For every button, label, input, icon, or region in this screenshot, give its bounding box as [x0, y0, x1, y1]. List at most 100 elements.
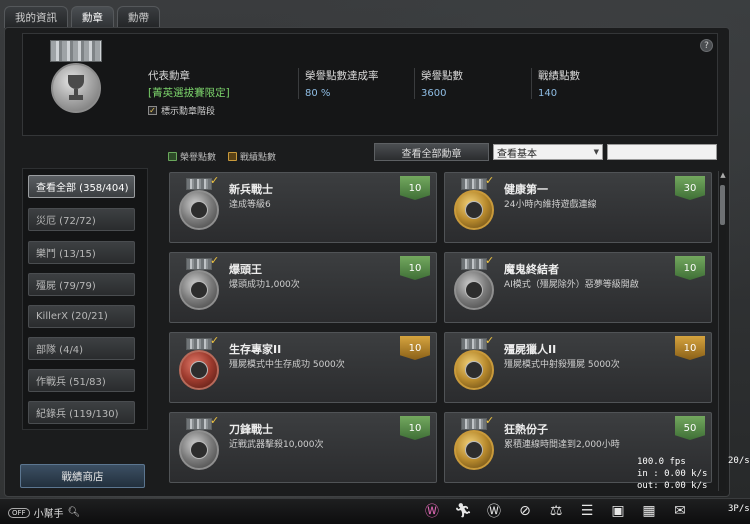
medal-card[interactable]: ✓ 爆頭王 爆頭成功1,000次 10	[169, 252, 437, 323]
network-stats: 100.0 fps in : 0.00 k/s out: 0.00 k/s	[637, 456, 707, 492]
trophy-icon	[64, 75, 88, 101]
category-item[interactable]: 作戰兵 (51/83)	[28, 369, 135, 392]
medal-desc: 殭屍模式中生存成功 5000次	[229, 360, 345, 370]
help-icon[interactable]: ?	[700, 39, 713, 52]
medal-card[interactable]: ✓ 魔鬼終結者 AI模式（殭屍除外）惡夢等級開啟 10	[444, 252, 712, 323]
stat-honor-rate: 榮譽點數達成率 80 %	[298, 68, 379, 99]
category-item[interactable]: 紀錄兵 (119/130)	[28, 401, 135, 424]
badge-icon[interactable]: ▣	[608, 501, 628, 521]
stat-label: 榮譽點數達成率	[305, 70, 379, 82]
helper-toggle[interactable]: OFF	[8, 507, 30, 518]
medal-desc: AI模式（殭屍除外）惡夢等級開啟	[504, 280, 639, 290]
running-icon[interactable]: 🏃︎	[453, 501, 473, 521]
achieved-check-icon: ✓	[485, 174, 495, 187]
chevron-down-icon: ▼	[593, 148, 599, 156]
medal-card[interactable]: ✓ 刀鋒戰士 近戰武器擊殺10,000次 10	[169, 412, 437, 483]
achieved-check-icon: ✓	[210, 174, 220, 187]
top-tabs: 我的資訊 勳章 勳帶	[4, 6, 160, 28]
stat-label: 榮譽點數	[421, 70, 463, 82]
view-filter-select[interactable]: 查看基本 ▼	[493, 144, 603, 160]
calendar-icon[interactable]: ▦	[639, 501, 659, 521]
tab-medals[interactable]: 勳章	[71, 6, 114, 28]
medal-desc: 達成等級6	[229, 200, 271, 210]
mail-icon[interactable]: ✉︎	[670, 501, 690, 521]
net-in-readout: in : 0.00 k/s	[637, 469, 708, 479]
category-item[interactable]: KillerX (20/21)	[28, 305, 135, 328]
fps-readout: 100.0 fps	[637, 457, 686, 467]
search-input[interactable]	[607, 144, 717, 160]
scroll-up-icon[interactable]: ▲	[719, 171, 727, 179]
medal-title: 生存專家II	[229, 343, 282, 356]
legend-record-label: 戰績點數	[240, 153, 277, 163]
medal-card[interactable]: ✓ 新兵戰士 達成等級6 10	[169, 172, 437, 243]
rate-readout-bottom: 3P/s	[728, 504, 750, 514]
representative-medal-icon	[50, 40, 102, 132]
record-points-icon	[228, 152, 238, 161]
show-stage-option[interactable]: ✓ 標示勳章階段	[148, 104, 230, 117]
rate-readout: 20/s	[728, 456, 750, 466]
points-legend: 榮譽點數 戰績點數	[168, 150, 276, 163]
medal-points-badge: 30	[675, 176, 705, 200]
legend-record: 戰績點數	[228, 150, 276, 163]
helper-label: 小幫手	[33, 509, 64, 520]
stat-value: 80 %	[305, 88, 331, 99]
w-icon[interactable]: Ⓦ	[484, 501, 504, 521]
medal-title: 殭屍獵人II	[504, 343, 557, 356]
medal-desc: 累積連線時間達到2,000小時	[504, 440, 620, 450]
medal-card[interactable]: ✓ 殭屍獵人II 殭屍模式中射殺殭屍 5000次 10	[444, 332, 712, 403]
category-list: 查看全部 (358/404) 災厄 (72/72) 樂鬥 (13/15) 殭屍 …	[22, 168, 148, 430]
achieved-check-icon: ✓	[210, 254, 220, 267]
stat-record-points: 戰績點數 140	[531, 68, 580, 99]
achieved-check-icon: ✓	[210, 414, 220, 427]
stat-honor-points: 榮譽點數 3600	[414, 68, 463, 99]
medal-disc	[51, 63, 101, 113]
stat-value: 3600	[421, 88, 447, 99]
medal-title: 魔鬼終結者	[504, 263, 559, 276]
category-item[interactable]: 部隊 (4/4)	[28, 337, 135, 360]
medal-card[interactable]: ✓ 生存專家II 殭屍模式中生存成功 5000次 10	[169, 332, 437, 403]
record-shop-button[interactable]: 戰績商店	[20, 464, 145, 488]
scale-icon[interactable]: ⚖︎	[546, 501, 566, 521]
medal-points-badge: 10	[675, 336, 705, 360]
scroll-thumb[interactable]	[720, 185, 725, 225]
medal-list-scrollbar[interactable]: ▲	[718, 171, 726, 491]
medal-desc: 殭屍模式中射殺殭屍 5000次	[504, 360, 620, 370]
medal-points-badge: 10	[400, 256, 430, 280]
medal-ribbon	[50, 40, 102, 62]
category-item[interactable]: 樂鬥 (13/15)	[28, 241, 135, 264]
medal-points-badge: 10	[400, 176, 430, 200]
menu-icon[interactable]: ☰	[577, 501, 597, 521]
achieved-check-icon: ✓	[210, 334, 220, 347]
medal-points-badge: 10	[675, 256, 705, 280]
rep-medal-label: 代表勳章	[148, 70, 190, 82]
helper-widget[interactable]: OFF 小幫手 🔍︎	[8, 505, 80, 520]
achieved-check-icon: ✓	[485, 334, 495, 347]
search-icon[interactable]: 🔍︎	[68, 507, 81, 518]
compass-icon[interactable]: ⊘	[515, 501, 535, 521]
show-stage-checkbox[interactable]: ✓	[148, 106, 157, 115]
stat-label: 戰績點數	[538, 70, 580, 82]
medal-points-badge: 10	[400, 336, 430, 360]
show-stage-label: 標示勳章階段	[161, 107, 216, 117]
medal-desc: 爆頭成功1,000次	[229, 280, 300, 290]
category-item[interactable]: 災厄 (72/72)	[28, 208, 135, 231]
view-all-medals-button[interactable]: 查看全部勳章	[374, 143, 489, 161]
medal-title: 新兵戰士	[229, 183, 273, 196]
medal-title: 狂熱份子	[504, 423, 548, 436]
stat-value: 140	[538, 88, 558, 99]
legend-honor: 榮譽點數	[168, 150, 216, 163]
honor-points-icon	[168, 152, 177, 161]
medal-card[interactable]: ✓ 健康第一 24小時內維持遊戲連線 30	[444, 172, 712, 243]
achieved-check-icon: ✓	[485, 414, 495, 427]
cart-icon[interactable]: Ⓦ	[422, 501, 442, 521]
tab-ribbons[interactable]: 勳帶	[117, 6, 160, 28]
medal-desc: 24小時內維持遊戲連線	[504, 200, 597, 210]
category-item-all[interactable]: 查看全部 (358/404)	[28, 175, 135, 198]
category-item[interactable]: 殭屍 (79/79)	[28, 273, 135, 296]
rep-medal-value: [菁英選拔賽限定]	[148, 87, 230, 99]
tab-my-info[interactable]: 我的資訊	[4, 6, 68, 28]
net-out-readout: out: 0.00 k/s	[637, 481, 708, 491]
view-filter-value: 查看基本	[497, 148, 537, 160]
medal-desc: 近戰武器擊殺10,000次	[229, 440, 324, 450]
medal-title: 爆頭王	[229, 263, 262, 276]
